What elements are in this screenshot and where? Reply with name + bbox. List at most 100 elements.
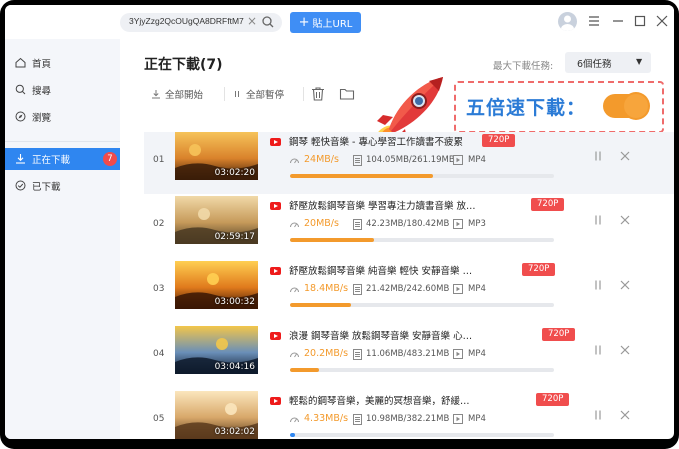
app-window: 3YjyZzg2QcOUgQA8DRFftM7zc × + 貼上URL 首頁 搜尋… — [5, 5, 674, 439]
download-speed: 24MB/s — [304, 154, 339, 165]
video-thumbnail[interactable]: 03:00:32 — [175, 261, 258, 309]
max-tasks-label: 最大下載任務: — [493, 61, 554, 72]
video-duration: 03:02:20 — [214, 168, 255, 178]
youtube-icon — [270, 267, 281, 275]
file-format: MP4 — [468, 284, 486, 294]
url-input[interactable]: 3YjyZzg2QcOUgQA8DRFftM7zc × — [120, 13, 282, 32]
download-row[interactable]: 01 03:02:20 鋼琴 輕快音樂 - 專心學習工作讀書不疲累 720P 2… — [144, 132, 674, 194]
toggle-knob[interactable] — [624, 94, 648, 118]
caret-down-icon: ▼ — [636, 57, 643, 66]
pause-icon[interactable] — [592, 214, 604, 226]
start-all-label: 全部開始 — [165, 90, 204, 101]
download-row[interactable]: 03 03:00:32 舒壓放鬆鋼琴音樂 純音樂 輕快 安靜音樂 心靈音樂 背.… — [144, 261, 674, 323]
clear-icon[interactable]: × — [247, 14, 257, 28]
media-format-icon — [453, 349, 463, 359]
video-duration: 03:00:32 — [214, 297, 255, 307]
close-icon[interactable] — [619, 344, 631, 356]
start-all-button[interactable]: 全部開始 — [151, 84, 203, 104]
row-number: 04 — [153, 349, 165, 359]
sidebar-item-home[interactable]: 首頁 — [5, 52, 120, 74]
file-size: 42.23MB/180.42MB — [366, 219, 450, 229]
video-title: 輕鬆的鋼琴音樂，美麗的冥想音樂，舒緩的睡眠音樂，... — [289, 396, 479, 407]
pause-all-button[interactable]: 全部暫停 — [232, 84, 284, 104]
menu-icon[interactable] — [586, 13, 602, 29]
video-thumbnail[interactable]: 03:04:16 — [175, 326, 258, 374]
row-number: 02 — [153, 219, 165, 229]
download-row[interactable]: 05 03:02:02 輕鬆的鋼琴音樂，美麗的冥想音樂，舒緩的睡眠音樂，... … — [144, 391, 674, 439]
device-frame: 3YjyZzg2QcOUgQA8DRFftM7zc × + 貼上URL 首頁 搜尋… — [0, 0, 679, 449]
file-format: MP4 — [468, 349, 486, 359]
avatar[interactable] — [558, 12, 577, 31]
download-speed: 20.2MB/s — [304, 348, 349, 359]
file-icon — [353, 155, 362, 166]
youtube-icon — [270, 138, 281, 146]
url-input-value[interactable]: 3YjyZzg2QcOUgQA8DRFftM7zc — [129, 16, 244, 26]
resolution-badge: 720P — [482, 134, 516, 147]
search-icon — [15, 84, 26, 95]
pause-icon[interactable] — [592, 409, 604, 421]
close-icon[interactable] — [619, 409, 631, 421]
pause-icon[interactable] — [592, 344, 604, 356]
title-bar: 3YjyZzg2QcOUgQA8DRFftM7zc × + 貼上URL — [5, 5, 674, 39]
sidebar-item-label: 瀏覽 — [32, 113, 52, 124]
progress-bar — [290, 238, 554, 242]
progress-bar — [290, 368, 554, 372]
speed-boost-label: 五倍速下載： — [466, 97, 587, 119]
speed-boost-toggle[interactable] — [603, 94, 648, 118]
close-icon[interactable] — [619, 214, 631, 226]
paste-url-button[interactable]: + 貼上URL — [290, 12, 361, 33]
trash-icon[interactable] — [310, 86, 326, 102]
video-duration: 03:04:16 — [214, 362, 255, 372]
youtube-icon — [270, 332, 281, 340]
video-thumbnail[interactable]: 03:02:20 — [175, 132, 258, 180]
pause-icon[interactable] — [592, 150, 604, 162]
file-icon — [353, 219, 362, 230]
youtube-icon — [270, 202, 281, 210]
count-badge: 7 — [103, 152, 117, 166]
close-window-icon[interactable] — [654, 13, 670, 29]
sidebar-item-downloading[interactable]: 正在下載 7 — [5, 148, 120, 170]
max-tasks-select[interactable]: 6個任務 ▼ — [565, 52, 651, 73]
file-icon — [353, 284, 362, 295]
progress-bar — [290, 303, 554, 307]
file-size: 11.06MB/483.21MB — [366, 349, 450, 359]
download-row[interactable]: 04 03:04:16 浪漫 鋼琴音樂 放鬆鋼琴音樂 安靜音樂 心靈音樂 背景音… — [144, 326, 674, 388]
maximize-icon[interactable] — [632, 13, 648, 29]
video-duration: 02:59:17 — [214, 232, 255, 242]
close-icon[interactable] — [619, 150, 631, 162]
download-icon — [152, 90, 160, 99]
page-title: 正在下載(7) — [144, 57, 223, 73]
sidebar-item-browse[interactable]: 瀏覽 — [5, 106, 120, 128]
minimize-icon[interactable] — [610, 13, 626, 29]
file-size: 10.98MB/382.21MB — [366, 414, 450, 424]
progress-fill — [290, 238, 375, 242]
folder-icon[interactable] — [339, 86, 355, 102]
file-format: MP3 — [468, 219, 486, 229]
file-format: MP4 — [468, 414, 486, 424]
video-thumbnail[interactable]: 03:02:02 — [175, 391, 258, 439]
row-number: 03 — [153, 284, 165, 294]
resolution-badge: 720P — [542, 328, 576, 341]
sidebar-item-label: 正在下載 — [32, 155, 71, 166]
max-tasks-value: 6個任務 — [577, 59, 612, 70]
download-speed: 18.4MB/s — [304, 283, 349, 294]
download-icon — [16, 154, 25, 164]
download-row[interactable]: 02 02:59:17 舒壓放鬆鋼琴音樂 學習專注力讀書音樂 放鬆音樂 Best… — [144, 196, 674, 258]
media-format-icon — [453, 414, 463, 424]
sidebar-item-label: 搜尋 — [32, 86, 52, 97]
file-icon — [353, 349, 362, 360]
video-title: 浪漫 鋼琴音樂 放鬆鋼琴音樂 安靜音樂 心靈音樂 背景音樂 — [289, 331, 479, 342]
search-icon[interactable] — [261, 15, 275, 29]
speedometer-icon — [290, 287, 299, 293]
speedometer-icon — [290, 222, 299, 228]
close-icon[interactable] — [619, 279, 631, 291]
download-speed: 4.33MB/s — [304, 413, 349, 424]
video-thumbnail[interactable]: 02:59:17 — [175, 196, 258, 244]
speedometer-icon — [290, 158, 299, 164]
pause-icon[interactable] — [592, 279, 604, 291]
video-title: 舒壓放鬆鋼琴音樂 學習專注力讀書音樂 放鬆音樂 Best ... — [289, 201, 479, 212]
video-duration: 03:02:02 — [214, 427, 255, 437]
sidebar-item-search[interactable]: 搜尋 — [5, 79, 120, 101]
file-size: 21.42MB/242.60MB — [366, 284, 450, 294]
sidebar-item-downloaded[interactable]: 已下載 — [5, 175, 120, 197]
